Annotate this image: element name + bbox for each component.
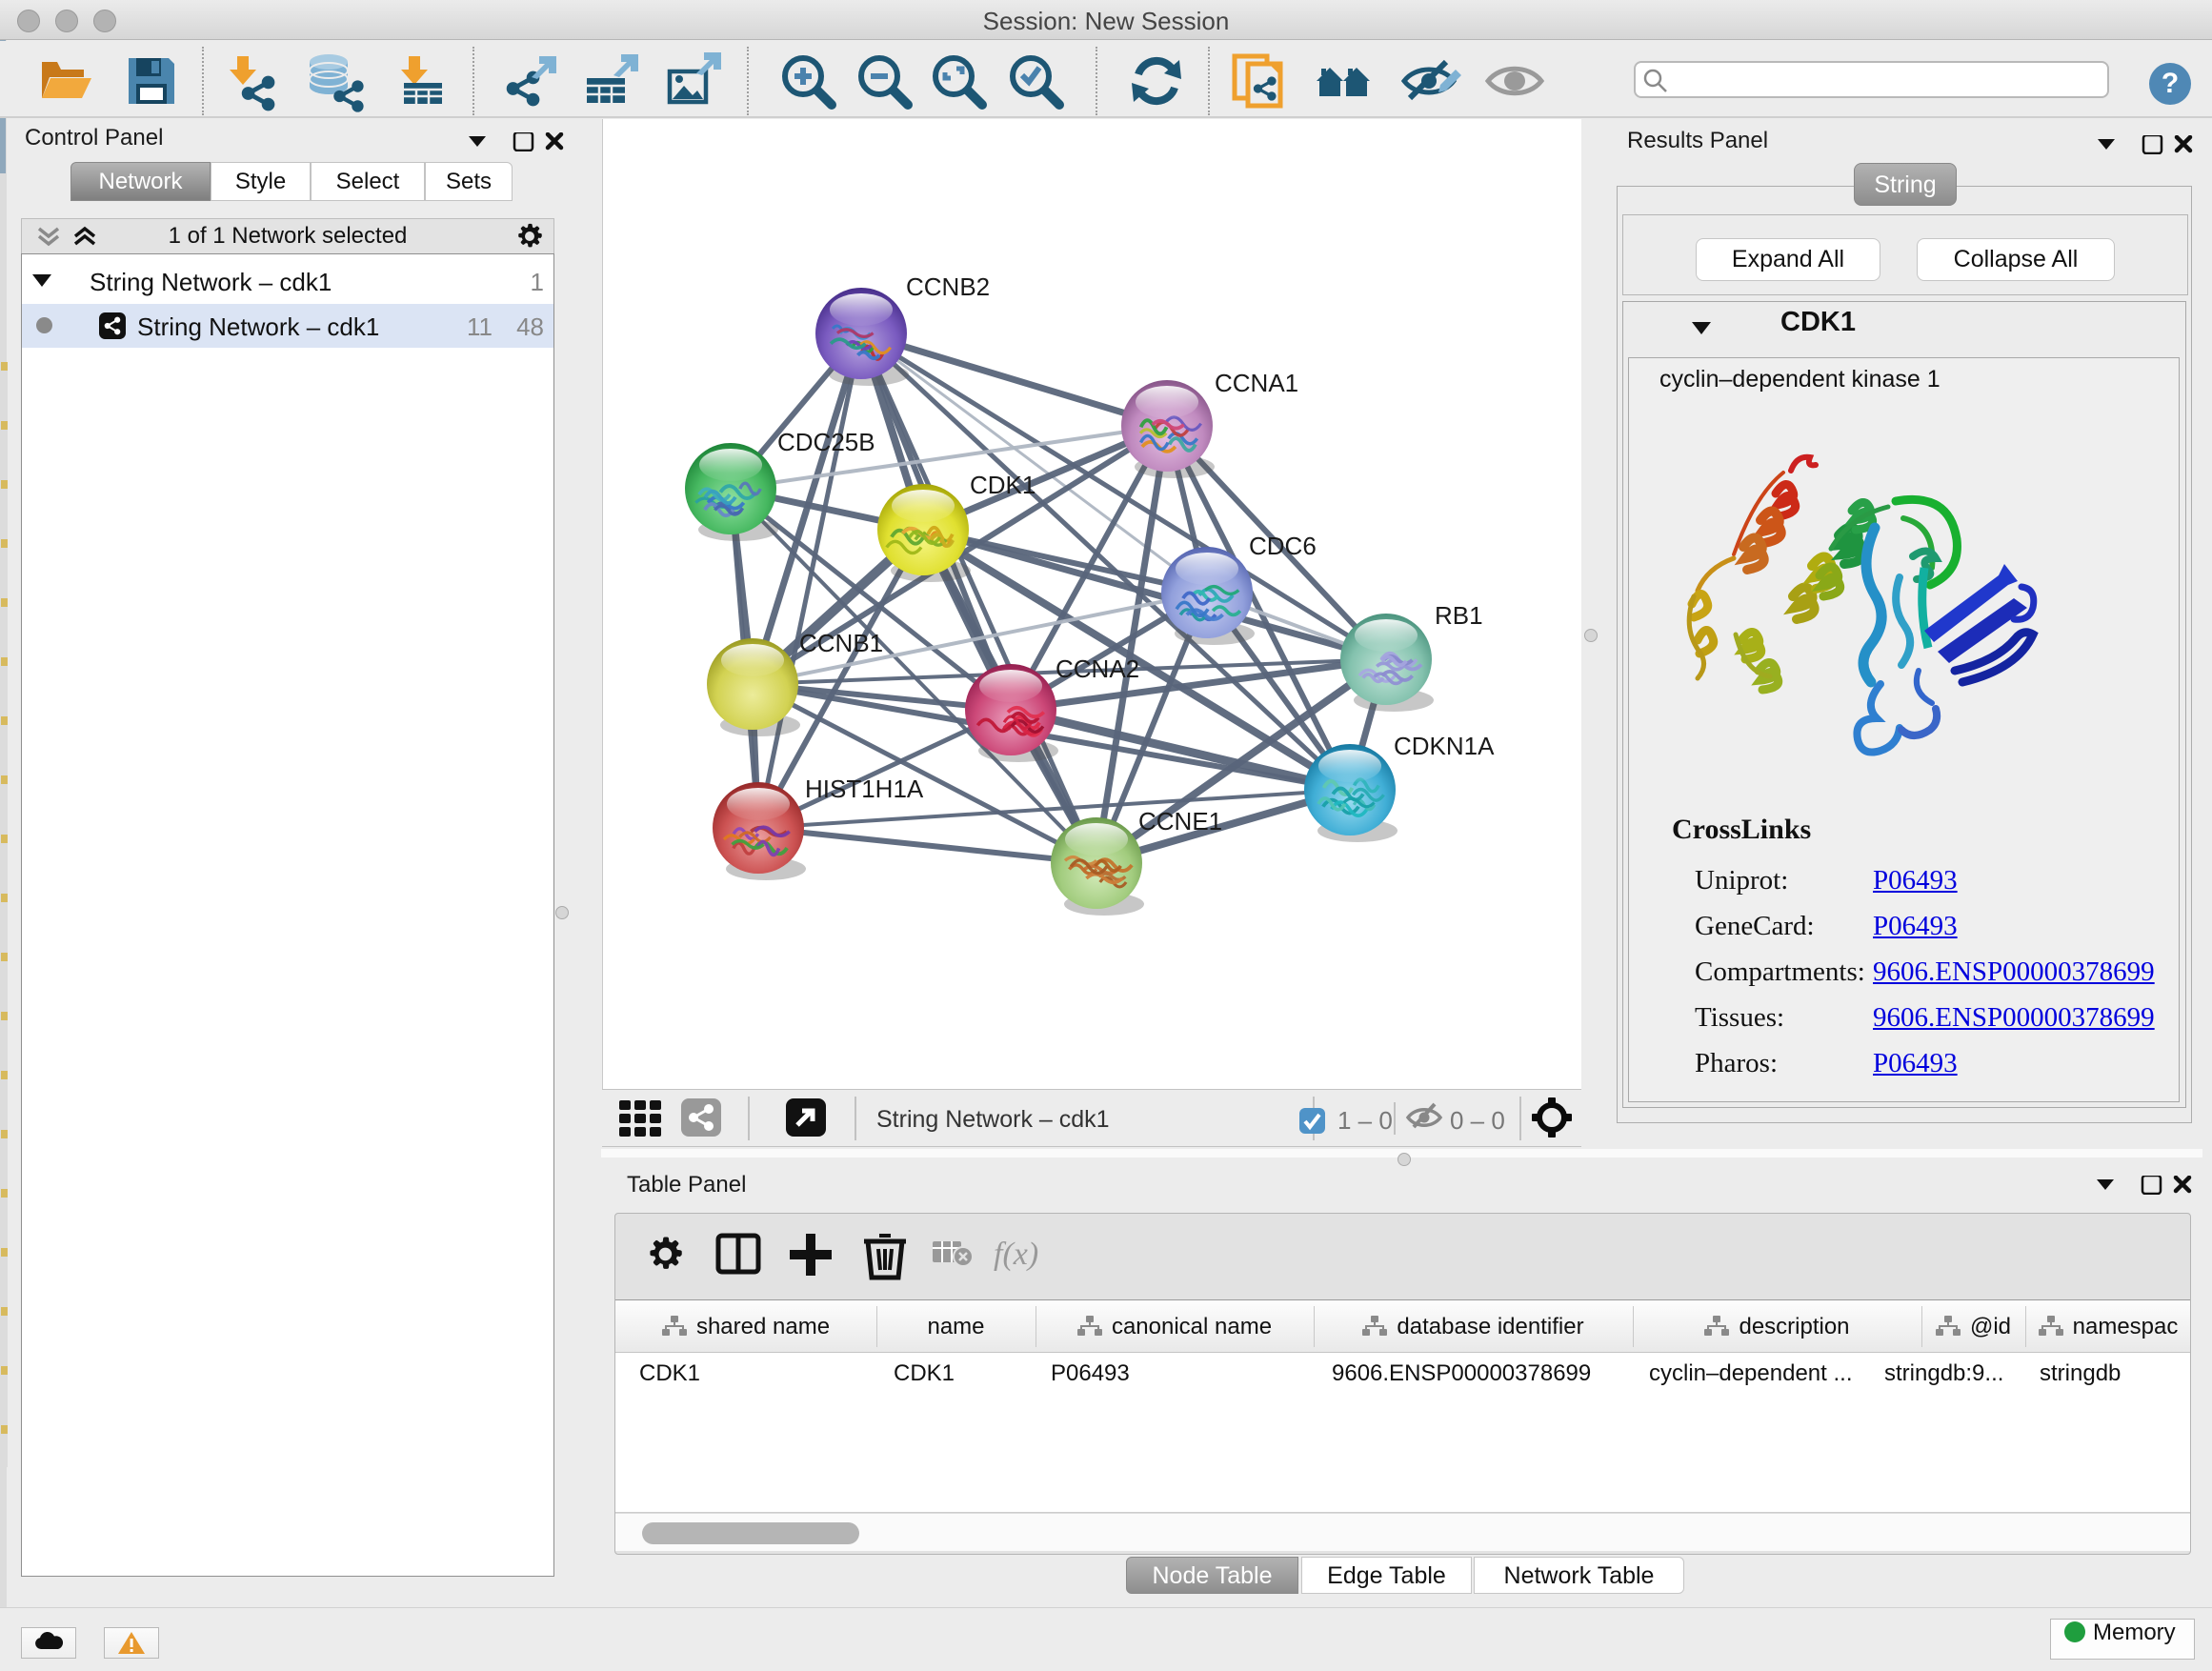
svg-text:CCNA2: CCNA2 — [1056, 654, 1139, 683]
svg-text:CDC25B: CDC25B — [777, 428, 875, 456]
svg-text:CDK1: CDK1 — [970, 471, 1036, 499]
svg-text:CDKN1A: CDKN1A — [1394, 732, 1495, 760]
svg-text:HIST1H1A: HIST1H1A — [805, 775, 924, 803]
svg-text:0 – 0: 0 – 0 — [1450, 1106, 1505, 1135]
svg-text:String Network – cdk1: String Network – cdk1 — [876, 1106, 1110, 1133]
svg-text:CCNB1: CCNB1 — [799, 629, 883, 657]
svg-text:RB1: RB1 — [1435, 601, 1483, 630]
svg-text:CDC6: CDC6 — [1249, 532, 1317, 560]
svg-text:CCNA1: CCNA1 — [1215, 369, 1298, 397]
svg-text:f(x): f(x) — [994, 1237, 1038, 1272]
svg-text:CCNE1: CCNE1 — [1138, 807, 1222, 836]
svg-text:1 – 0: 1 – 0 — [1337, 1106, 1393, 1135]
svg-text:CCNB2: CCNB2 — [906, 272, 990, 301]
